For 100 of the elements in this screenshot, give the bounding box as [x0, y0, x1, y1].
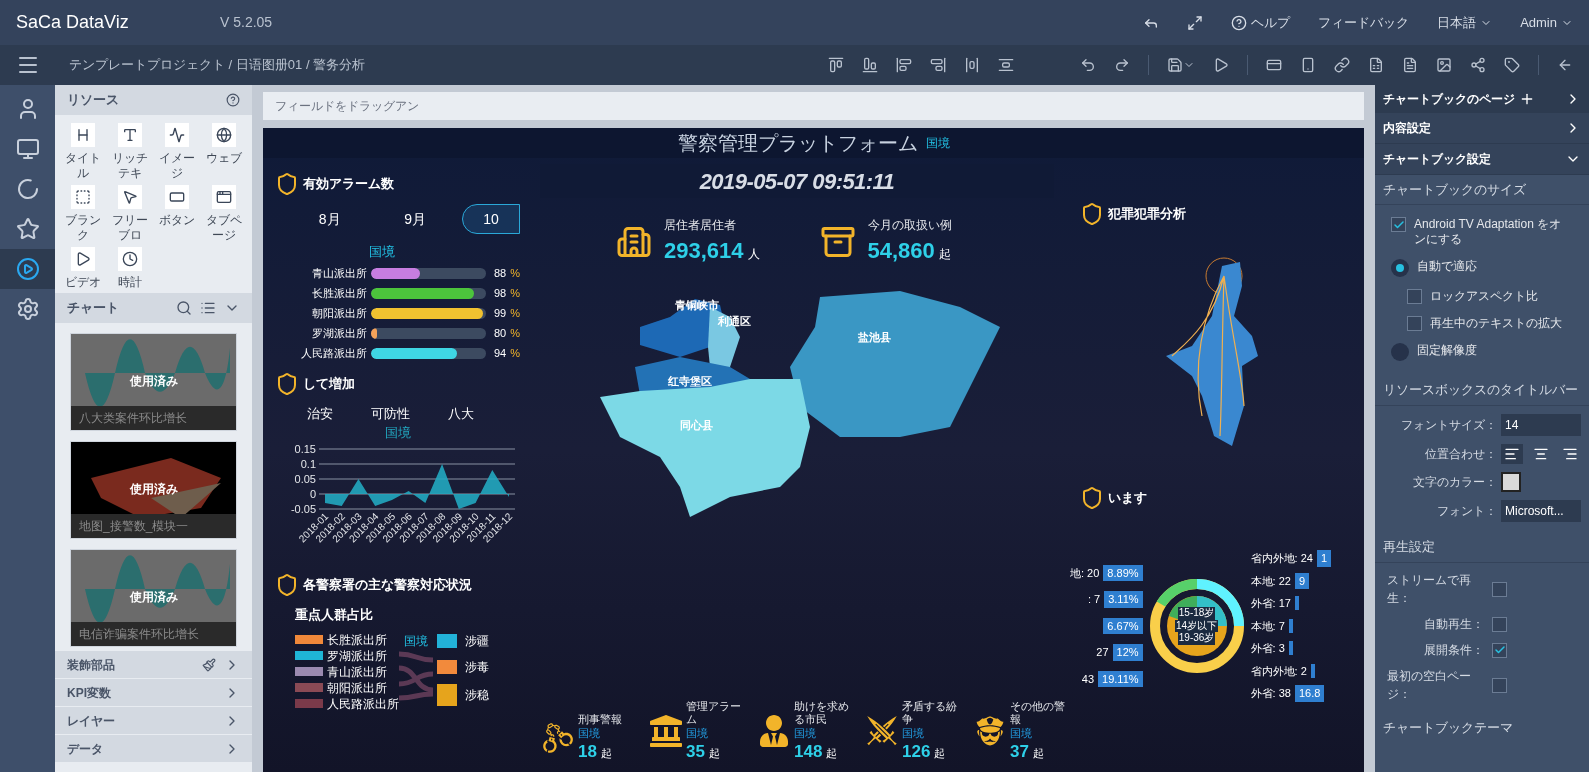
radio-button[interactable] [1391, 343, 1409, 361]
globe-icon [216, 127, 233, 143]
section-header[interactable]: チャートブック設定 [1375, 144, 1589, 175]
y-tick: 0.1 [300, 457, 316, 470]
legend-label: 国境 [384, 424, 411, 442]
link-icon[interactable] [1334, 57, 1350, 73]
month-tab[interactable]: 10 [461, 204, 520, 234]
align-right-icon[interactable] [930, 57, 946, 73]
resource-item[interactable]: フリーブロ [106, 185, 154, 243]
card-icon[interactable] [1266, 57, 1282, 73]
font-field[interactable]: Microsoft... [1501, 500, 1581, 522]
legend-label: 国境 [368, 243, 395, 261]
category-tab[interactable]: 八大 [448, 403, 474, 423]
percent-badge [1294, 596, 1299, 611]
count-unit: 起 [708, 745, 720, 761]
check-icon [1493, 644, 1506, 656]
chart-thumbnail[interactable]: 使用済み 电信诈骗案件环比增长 [70, 549, 237, 647]
slice-label: : 7 [1087, 592, 1101, 607]
image-icon[interactable] [1436, 57, 1452, 73]
language-dropdown[interactable]: 日本語 [1437, 12, 1493, 33]
resource-item[interactable]: タイトル [59, 123, 107, 181]
percent-badge: 6.67% [1103, 617, 1143, 634]
font-size-field[interactable]: 14 [1501, 414, 1581, 436]
color-swatch[interactable] [1501, 472, 1521, 492]
align-top-icon[interactable] [828, 57, 844, 73]
align-bottom-icon[interactable] [862, 57, 878, 73]
group-title: チャートブックのサイズ [1383, 180, 1526, 199]
tag-icon[interactable] [1504, 57, 1520, 73]
help-icon[interactable] [226, 93, 240, 107]
list-icon[interactable] [200, 300, 216, 316]
section-header[interactable]: レイヤー [55, 707, 252, 735]
option-label: 最初の空白ページ： [1387, 668, 1472, 703]
checkbox[interactable] [1407, 316, 1422, 331]
count-value: 18 [578, 740, 597, 762]
resource-item[interactable]: 時計 [106, 247, 154, 290]
checkbox[interactable] [1492, 581, 1507, 597]
section-header[interactable]: 内容設定 [1375, 113, 1589, 144]
category-label: 矛盾する紛争 [902, 699, 958, 727]
add-icon[interactable] [1519, 91, 1535, 107]
checkbox[interactable] [1407, 289, 1422, 304]
percent-badge: 1 [1316, 550, 1332, 567]
building-icon [650, 714, 682, 747]
category-label: 刑事警報 [578, 713, 622, 727]
search-icon[interactable] [176, 300, 192, 316]
star-icon [15, 217, 40, 241]
align-button[interactable] [1501, 444, 1523, 464]
help-button[interactable]: ヘルプ [1231, 12, 1291, 33]
radio-button[interactable] [1391, 259, 1409, 277]
month-tab[interactable]: 8月 [291, 204, 369, 234]
percent-badge: 12% [1112, 644, 1143, 661]
share-icon[interactable] [1470, 57, 1486, 73]
kpi-label: 今月の取扱い例 [867, 217, 952, 234]
distribute-horizontal-icon[interactable] [964, 57, 980, 73]
checkbox[interactable] [1492, 677, 1507, 693]
section-header[interactable]: KPI変数 [55, 679, 252, 707]
slice-label: 省内外地: 2 [1250, 663, 1307, 679]
resource-item[interactable]: ブランク [59, 185, 107, 243]
chart-thumbnail[interactable]: 使用済み 地图_接警数_模块一 [70, 441, 237, 539]
distribute-vertical-icon[interactable] [998, 57, 1014, 73]
line-chart-icon [169, 127, 186, 143]
dashboard-title: 警察管理プラットフォーム [677, 131, 918, 156]
y-tick: 0.15 [294, 442, 316, 455]
resource-item[interactable]: タブページ [200, 185, 248, 243]
percent-value: 98 [493, 286, 507, 302]
undo-icon[interactable] [1080, 57, 1096, 73]
category-tab[interactable]: 可防性 [371, 403, 410, 423]
phone-icon[interactable] [1300, 57, 1316, 73]
drop-zone[interactable]: フィールドをドラッグアン [263, 92, 1364, 120]
slice-label: 43 [1081, 671, 1095, 687]
resource-item[interactable]: リッチテキ [106, 123, 154, 181]
option-label: 自動再生： [1424, 616, 1484, 633]
kpi-unit: 起 [938, 246, 951, 263]
resource-item[interactable]: ウェブ [200, 123, 248, 181]
version-label: V 5.2.05 [220, 13, 273, 32]
category-tab[interactable]: 治安 [307, 403, 333, 423]
resource-item[interactable]: イメージ [153, 123, 201, 181]
rail-button[interactable] [0, 249, 55, 289]
resource-item[interactable]: ビデオ [59, 247, 107, 290]
redo-icon[interactable] [1114, 57, 1130, 73]
section-header[interactable]: 装飾部品 [55, 651, 252, 679]
person-icon [758, 714, 790, 747]
back-icon[interactable] [1557, 57, 1573, 73]
play-icon[interactable] [1213, 57, 1229, 73]
checkbox[interactable] [1391, 217, 1406, 232]
station-name: 青山派出所 [311, 266, 367, 282]
spreadsheet-icon[interactable] [1368, 57, 1384, 73]
feedback-link[interactable]: フィードバック [1318, 12, 1410, 33]
checkbox[interactable] [1492, 642, 1507, 658]
section-header[interactable]: データ [55, 735, 252, 763]
checkbox[interactable] [1492, 616, 1507, 632]
chart-thumbnail[interactable]: 使用済み 八大类案件环比增长 [70, 333, 237, 431]
month-tab[interactable]: 9月 [376, 204, 454, 234]
expand-icon[interactable] [1187, 14, 1204, 31]
shield-icon [1080, 486, 1104, 510]
align-left-icon[interactable] [896, 57, 912, 73]
user-menu[interactable]: Admin [1520, 12, 1573, 33]
y-tick: 0 [309, 487, 316, 500]
document-icon[interactable] [1402, 57, 1418, 73]
save-dropdown[interactable] [1167, 57, 1195, 73]
resource-item[interactable]: ボタン [153, 185, 201, 243]
